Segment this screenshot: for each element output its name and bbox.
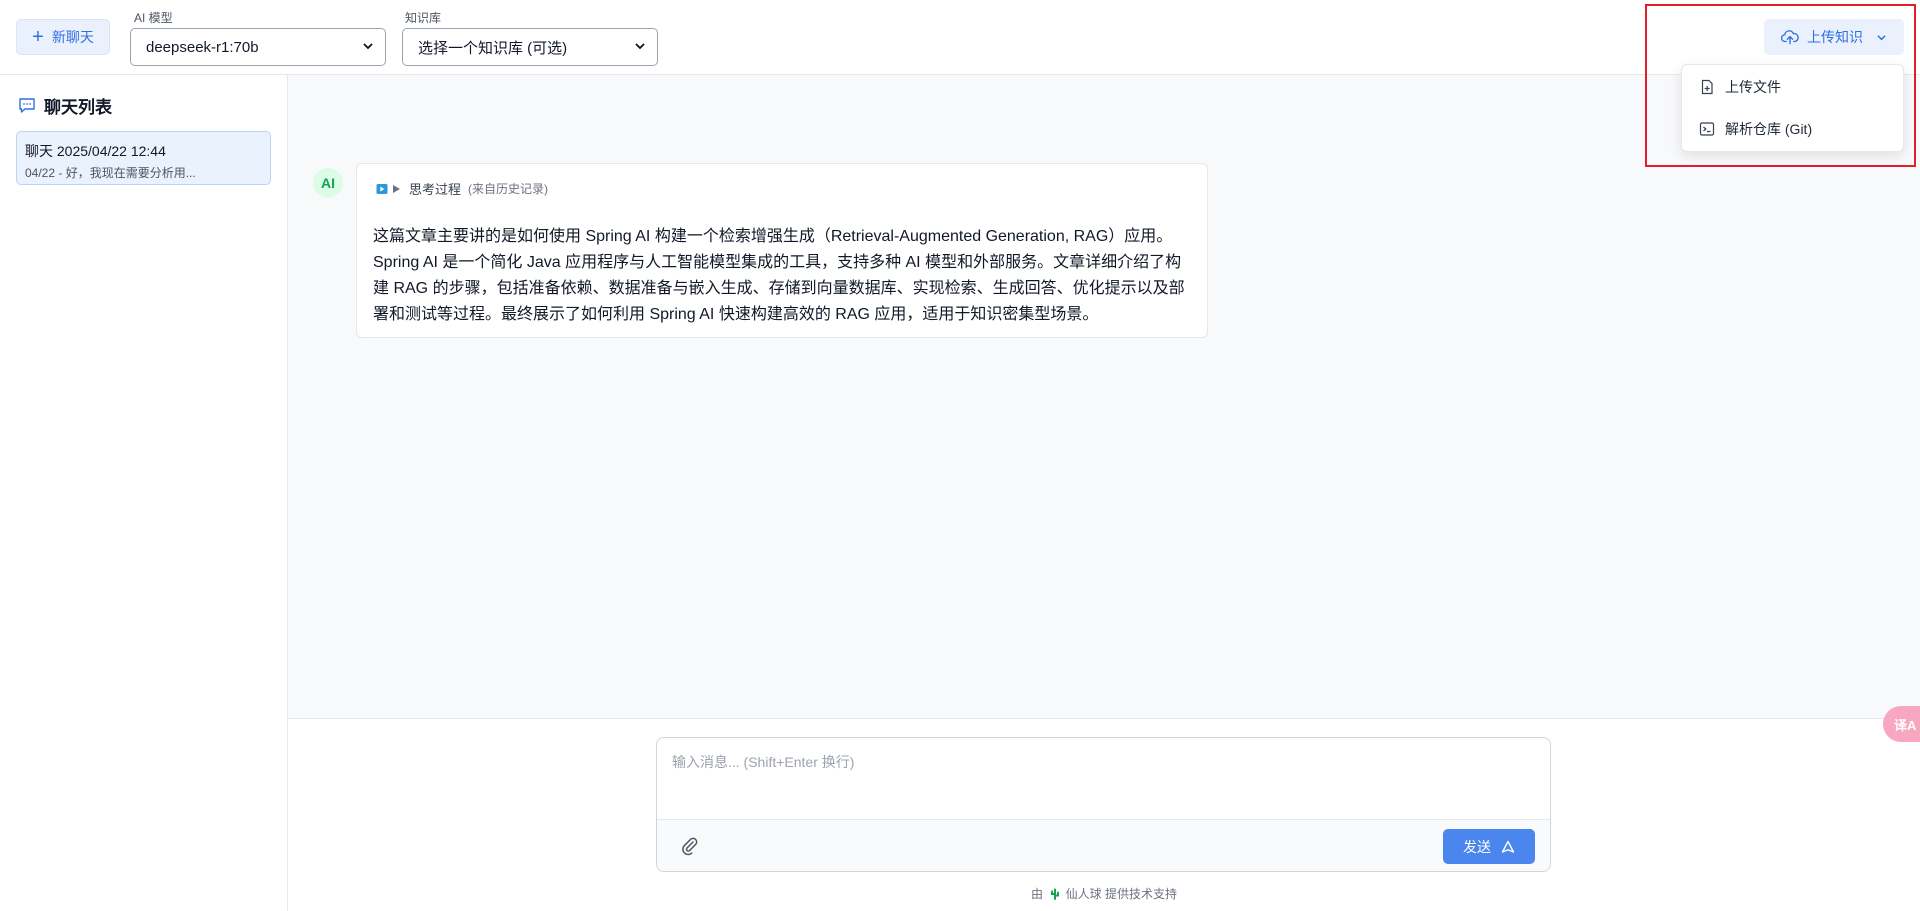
footer-brand: 仙人球	[1065, 887, 1102, 901]
menu-item-parse-repo[interactable]: 解析仓库 (Git)	[1682, 109, 1905, 149]
translate-float-button[interactable]: 译A	[1883, 706, 1920, 742]
triangle-right-icon	[393, 184, 400, 193]
sidebar-title: 聊天列表	[44, 98, 112, 117]
kb-select[interactable]: 选择一个知识库 (可选)	[402, 28, 658, 66]
chat-bubble-icon	[19, 98, 35, 113]
menu-item-upload-file[interactable]: 上传文件	[1682, 67, 1905, 107]
menu-item-label: 上传文件	[1725, 79, 1781, 95]
footer-prefix: 由	[1030, 887, 1043, 901]
message-input[interactable]	[657, 738, 1550, 818]
chevron-down-icon	[635, 43, 645, 50]
chat-list-item[interactable]: 聊天 2025/04/22 12:44 04/22 - 好，我现在需要分析用..…	[16, 131, 271, 185]
translate-label: 译A	[1894, 717, 1917, 733]
thinking-sub: (来自历史记录)	[468, 182, 549, 196]
cactus-icon	[1051, 888, 1060, 900]
terminal-icon	[1699, 122, 1715, 136]
file-plus-icon	[1701, 79, 1713, 95]
kb-label: 知识库	[405, 11, 442, 25]
play-box-icon	[376, 183, 388, 194]
chat-list-sidebar: 聊天列表 聊天 2025/04/22 12:44 04/22 - 好，我现在需要…	[0, 75, 288, 911]
kb-select-value: 选择一个知识库 (可选)	[418, 39, 568, 57]
send-button[interactable]: 发送	[1443, 829, 1535, 864]
upload-dropdown-menu: 上传文件 解析仓库 (Git)	[1681, 64, 1904, 152]
thinking-toggle[interactable]: 思考过程 (来自历史记录)	[376, 179, 548, 198]
send-icon	[1501, 840, 1515, 853]
ai-message-card: 思考过程 (来自历史记录) 这篇文章主要讲的是如何使用 Spring AI 构建…	[356, 163, 1208, 338]
model-select-value: deepseek-r1:70b	[146, 38, 259, 56]
chevron-down-icon	[363, 43, 373, 50]
composer-area: 发送 由 仙人球 提供技术支持	[288, 718, 1920, 911]
chat-item-preview: 04/22 - 好，我现在需要分析用...	[25, 166, 196, 180]
composer-toolbar: 发送	[657, 819, 1550, 871]
chat-item-title: 聊天 2025/04/22 12:44	[25, 143, 166, 159]
model-select[interactable]: deepseek-r1:70b	[130, 28, 386, 66]
avatar: AI	[313, 168, 343, 198]
plus-icon: +	[32, 26, 44, 48]
new-chat-button[interactable]: + 新聊天	[16, 19, 110, 55]
paperclip-icon[interactable]	[680, 836, 700, 856]
thinking-label: 思考过程	[409, 182, 462, 197]
footer-suffix: 提供技术支持	[1105, 887, 1178, 901]
model-label: AI 模型	[134, 11, 173, 25]
menu-item-label: 解析仓库 (Git)	[1725, 121, 1813, 137]
send-label: 发送	[1463, 838, 1491, 855]
composer: 发送	[656, 737, 1551, 872]
chat-list-heading: 聊天列表	[18, 93, 112, 118]
top-bar: + 新聊天 AI 模型 deepseek-r1:70b 知识库 选择一个知识库 …	[0, 0, 1920, 75]
new-chat-label: 新聊天	[51, 29, 94, 45]
message-text: 这篇文章主要讲的是如何使用 Spring AI 构建一个检索增强生成（Retri…	[373, 228, 1185, 323]
footer-credit: 由 仙人球 提供技术支持	[288, 885, 1920, 902]
